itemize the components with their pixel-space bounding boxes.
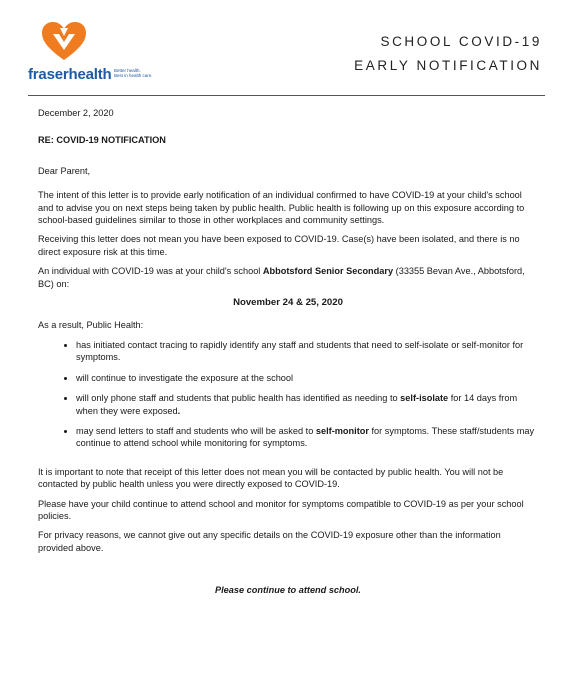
school-name: Abbotsford Senior Secondary (262, 266, 394, 277)
heart-logo-icon (42, 22, 86, 60)
list-item: will only phone staff and students that … (76, 392, 538, 417)
paragraph-school: An individual with COVID-19 was at your … (38, 266, 525, 289)
paragraph-privacy: For privacy reasons, we cannot give out … (38, 530, 501, 553)
paragraph-attend: Please have your child continue to atten… (38, 498, 524, 521)
letter-date: December 2, 2020 (38, 108, 114, 118)
brand-tagline: Better health. Best in health care. (114, 68, 153, 78)
fraser-health-logo: fraserhealth Better health. Best in heal… (28, 20, 168, 90)
list-item: will continue to investigate the exposur… (76, 372, 538, 384)
letter-body: December 2, 2020 RE: COVID-19 NOTIFICATI… (38, 107, 538, 604)
paragraph-intent: The intent of this letter is to provide … (38, 190, 525, 226)
actions-list: has initiated contact tracing to rapidly… (38, 339, 538, 450)
document-title: SCHOOL COVID-19 EARLY NOTIFICATION (354, 30, 542, 78)
letter-greeting: Dear Parent, (38, 165, 91, 176)
paragraph-not-exposed: Receiving this letter does not mean you … (38, 234, 520, 257)
title-line-1: SCHOOL COVID-19 (380, 34, 542, 49)
brand-name: fraserhealth (28, 66, 112, 83)
closing-line: Please continue to attend school. (214, 585, 361, 596)
letter-subject: RE: COVID-19 NOTIFICATION (38, 135, 166, 146)
exposure-dates: November 24 & 25, 2020 (233, 297, 343, 309)
result-intro: As a result, Public Health: (38, 320, 144, 331)
paragraph-contact: It is important to note that receipt of … (38, 466, 504, 490)
header-divider (28, 95, 545, 96)
list-item: may send letters to staff and students w… (76, 425, 538, 450)
title-line-2: EARLY NOTIFICATION (354, 58, 542, 73)
list-item: has initiated contact tracing to rapidly… (76, 339, 538, 364)
